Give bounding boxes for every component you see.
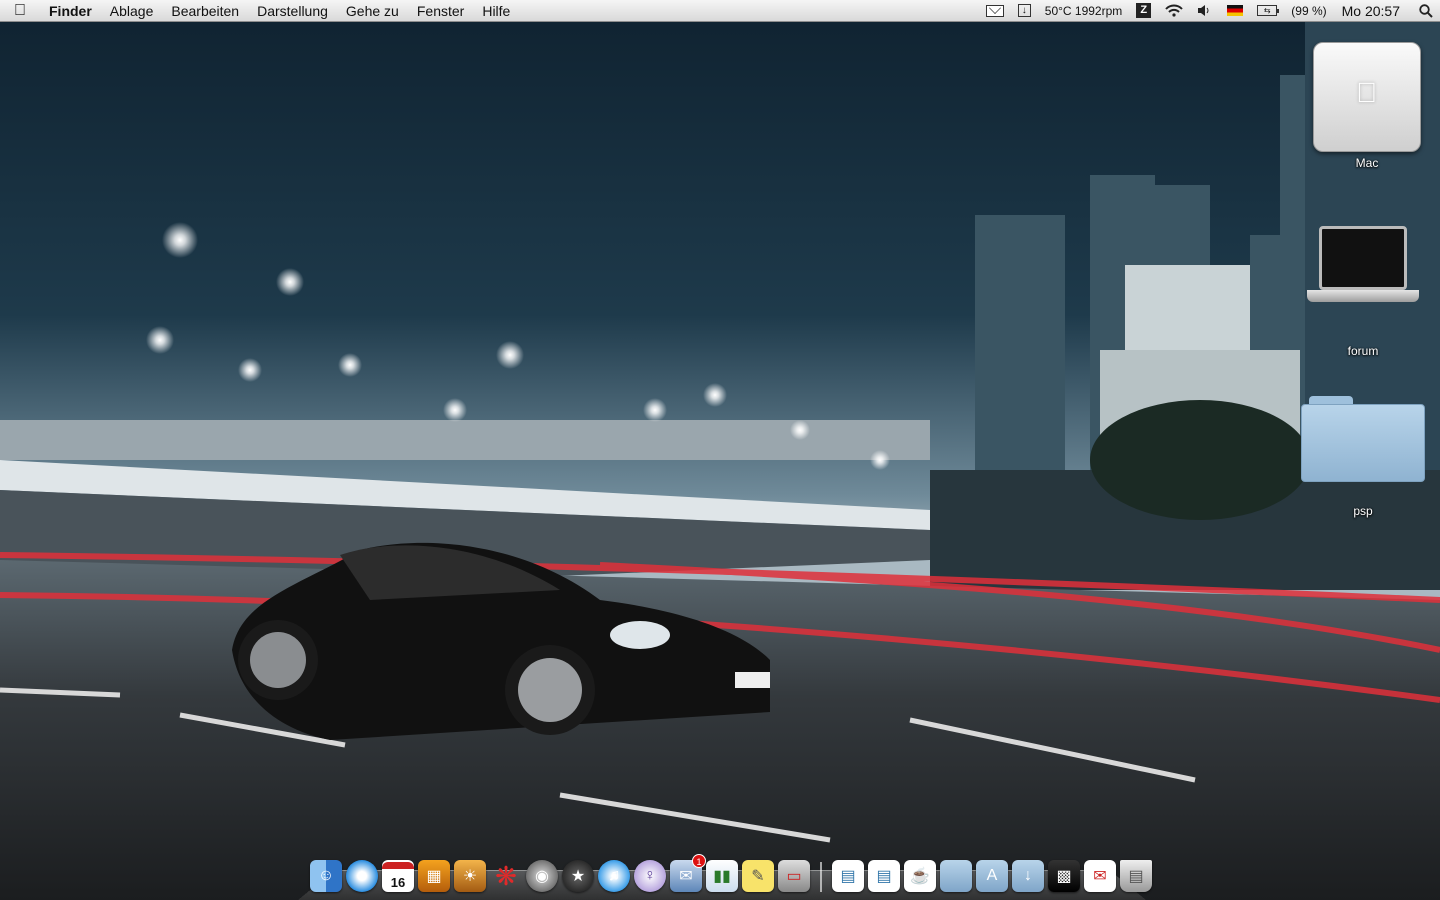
iphoto-icon[interactable]: ☀ bbox=[454, 860, 486, 892]
java-icon[interactable]: ☕ bbox=[904, 860, 936, 892]
flag-de-icon[interactable] bbox=[1220, 5, 1250, 16]
mail-dock-icon[interactable]: ✉ 1 bbox=[670, 854, 706, 892]
volume-icon[interactable] bbox=[1190, 4, 1220, 17]
menu-darstellung[interactable]: Darstellung bbox=[248, 3, 337, 19]
desktop-icon-forum[interactable]: forum bbox=[1298, 226, 1428, 358]
desktop-icon-label: Mac bbox=[1355, 156, 1379, 170]
desktop-wallpaper bbox=[0, 0, 1440, 900]
crossover-icon[interactable]: ❋ bbox=[490, 860, 522, 892]
dock-separator bbox=[820, 862, 822, 892]
itunes-icon[interactable]: ♫ bbox=[598, 860, 630, 892]
mail-badge: 1 bbox=[692, 854, 706, 868]
temperature-fan-status[interactable]: 50°C 1992rpm bbox=[1038, 4, 1130, 18]
dashboard-icon[interactable]: ▦ bbox=[418, 860, 450, 892]
calendar-icon[interactable]: 16 bbox=[382, 860, 414, 892]
spotlight-icon[interactable] bbox=[1412, 3, 1440, 18]
preview-stack-icon[interactable]: ✉ bbox=[1084, 860, 1116, 892]
battery-percent[interactable]: (99 %) bbox=[1284, 4, 1333, 18]
folder-icon bbox=[1301, 396, 1425, 482]
z-icon[interactable]: Z bbox=[1129, 3, 1158, 18]
stickies-icon[interactable]: ✎ bbox=[742, 860, 774, 892]
apple-icon[interactable]:  bbox=[0, 2, 40, 20]
downloads-folder-icon[interactable]: ↓ bbox=[1012, 860, 1044, 892]
menu-bar:  Finder Ablage Bearbeiten Darstellung G… bbox=[0, 0, 1440, 22]
desktop-icon-label: forum bbox=[1347, 344, 1379, 358]
screenshot-icon[interactable]: ◉ bbox=[526, 860, 558, 892]
menu-ablage[interactable]: Ablage bbox=[101, 3, 163, 19]
aperture-icon[interactable]: ★ bbox=[562, 860, 594, 892]
menu-hilfe[interactable]: Hilfe bbox=[473, 3, 519, 19]
finder-icon[interactable]: ☺ bbox=[310, 860, 342, 892]
calendar-day: 16 bbox=[390, 875, 406, 890]
screenshots-stack-icon[interactable]: ▩ bbox=[1048, 860, 1080, 892]
menu-gehe-zu[interactable]: Gehe zu bbox=[337, 3, 408, 19]
numbers-icon[interactable]: ▮▮ bbox=[706, 860, 738, 892]
menu-fenster[interactable]: Fenster bbox=[408, 3, 473, 19]
desktop-icon-psp[interactable]: psp bbox=[1298, 396, 1428, 518]
folder-dock-icon[interactable] bbox=[940, 860, 972, 892]
wifi-icon[interactable] bbox=[1158, 4, 1190, 17]
menu-bearbeiten[interactable]: Bearbeiten bbox=[162, 3, 248, 19]
menu-extras: ↓ 50°C 1992rpm Z ⇆ (99 %) Mo 20:57 bbox=[979, 0, 1440, 22]
desktop-icon-label: psp bbox=[1353, 504, 1373, 518]
safari-icon[interactable]: ✦ bbox=[346, 860, 378, 892]
hard-drive-icon:  bbox=[1313, 42, 1421, 152]
trash-icon[interactable]: ▤ bbox=[1120, 860, 1152, 892]
download-icon[interactable]: ↓ bbox=[1011, 4, 1038, 17]
battery-icon[interactable]: ⇆ bbox=[1250, 5, 1284, 16]
menu-clock[interactable]: Mo 20:57 bbox=[1334, 3, 1412, 19]
adium-icon[interactable]: ♀ bbox=[634, 860, 666, 892]
menu-finder[interactable]: Finder bbox=[40, 3, 101, 19]
mail-icon[interactable] bbox=[979, 4, 1011, 17]
document-icon[interactable]: ▤ bbox=[868, 860, 900, 892]
applications-folder-icon[interactable]: A bbox=[976, 860, 1008, 892]
desktop-icon-mac[interactable]:  Mac bbox=[1302, 42, 1432, 170]
document-icon[interactable]: ▤ bbox=[832, 860, 864, 892]
dock: ☺ ✦ 16 ▦ ☀ ❋ ◉ ★ ♫ ♀ ✉ 1 ▮▮ ✎ ▭ ▤ ▤ ☕ A … bbox=[310, 852, 1152, 892]
parallels-icon[interactable]: ▭ bbox=[778, 860, 810, 892]
laptop-icon bbox=[1307, 226, 1419, 304]
